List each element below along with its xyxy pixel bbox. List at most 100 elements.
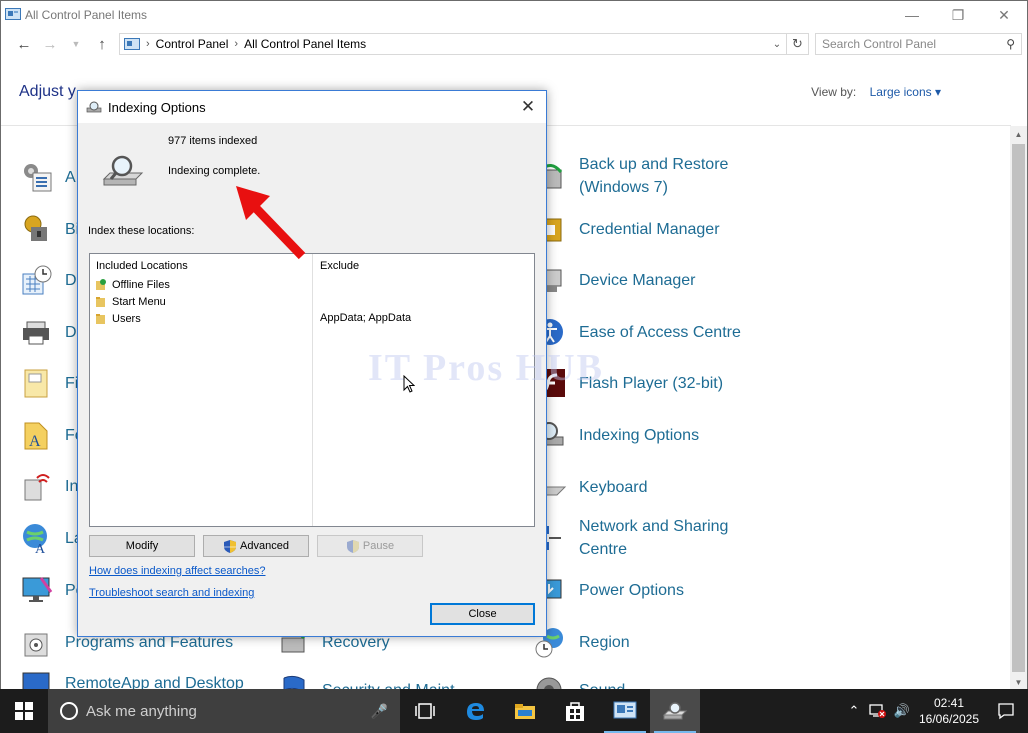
exclude-value: AppData; AppData	[320, 312, 412, 324]
system-tray: ⌃ 🔊 02:41 16/06/2025	[842, 689, 1028, 733]
list-item-credential-manager[interactable]: Credential Manager	[535, 213, 720, 245]
list-item-power-options[interactable]: Power Options	[535, 574, 684, 606]
vertical-scrollbar[interactable]: ▲ ▼	[1010, 126, 1027, 689]
breadcrumb-separator-icon: ›	[146, 38, 150, 50]
items-indexed-count: 977 items indexed	[168, 135, 258, 147]
clock[interactable]: 02:41 16/06/2025	[914, 695, 984, 727]
column-header-exclude: Exclude	[320, 260, 360, 272]
search-input[interactable]: Search Control Panel ⚲	[815, 33, 1022, 55]
scrollbar-thumb[interactable]	[1012, 144, 1025, 672]
indexing-options-taskbar-button[interactable]	[650, 689, 700, 733]
fonts-icon: A	[24, 422, 48, 450]
troubleshoot-link[interactable]: Troubleshoot search and indexing	[89, 587, 254, 599]
scroll-up-icon[interactable]: ▲	[1010, 126, 1027, 143]
list-item[interactable]: A Fo	[21, 419, 84, 451]
arrow-left-icon: ←	[16, 35, 32, 53]
back-button[interactable]: ←	[11, 32, 37, 56]
address-row: ← → ▼ ↑ › Control Panel › All Control Pa…	[1, 29, 1027, 59]
dialog-title: Indexing Options	[108, 99, 206, 115]
edge-icon	[467, 703, 484, 720]
file-explorer-button[interactable]	[500, 689, 550, 733]
start-button[interactable]	[0, 689, 48, 733]
list-item[interactable]: A La	[21, 522, 83, 554]
taskbar: Ask me anything 🎤 ⌃ 🔊 02:41 16/06/2025	[0, 689, 1028, 733]
search-icon: ⚲	[1006, 37, 1015, 51]
network-status-button[interactable]	[866, 703, 890, 719]
close-button[interactable]: Close	[430, 603, 535, 625]
list-item[interactable]: Fi	[21, 367, 78, 399]
modify-button[interactable]: Modify	[89, 535, 195, 557]
forward-button[interactable]: →	[37, 32, 63, 56]
list-item[interactable]: Bi	[21, 213, 79, 245]
dialog-close-button[interactable]: ✕	[510, 91, 546, 123]
list-item[interactable]: Start Menu	[96, 293, 166, 310]
address-bar[interactable]: › Control Panel › All Control Panel Item…	[119, 33, 787, 55]
list-item-security-maintenance[interactable]: Security and Maint	[278, 674, 455, 689]
annotation-arrow-icon	[236, 186, 306, 260]
list-item[interactable]: Pe	[21, 574, 85, 606]
task-view-icon	[415, 703, 435, 719]
control-panel-icon	[124, 37, 140, 50]
up-button[interactable]: ↑	[89, 32, 115, 56]
scroll-down-icon[interactable]: ▼	[1010, 674, 1027, 689]
address-dropdown-icon[interactable]: ⌄	[768, 39, 786, 50]
list-item[interactable]: Users	[96, 310, 141, 327]
devices-printers-icon	[23, 321, 49, 345]
uac-shield-icon	[346, 539, 359, 553]
list-item[interactable]: Da	[21, 264, 85, 296]
folder-icon	[96, 297, 105, 307]
list-item-backup-restore[interactable]: Back up and Restore (Windows 7)	[535, 153, 728, 199]
mouse-cursor-icon	[403, 375, 415, 393]
view-by-label: View by:	[811, 85, 857, 99]
store-button[interactable]	[550, 689, 600, 733]
maximize-button[interactable]: ❐	[935, 1, 981, 29]
list-item-device-manager[interactable]: Device Manager	[535, 264, 696, 296]
breadcrumb-all-items[interactable]: All Control Panel Items	[244, 37, 366, 51]
chevron-up-icon: ⌃	[848, 703, 860, 718]
volume-button[interactable]: 🔊	[890, 703, 914, 719]
list-item-network-sharing[interactable]: Network and Sharing Centre	[535, 515, 728, 561]
list-item-indexing-options[interactable]: Indexing Options	[535, 419, 699, 451]
arrow-right-icon: →	[42, 35, 58, 53]
action-center-button[interactable]	[984, 689, 1028, 733]
file-explorer-options-icon	[24, 369, 48, 398]
list-item[interactable]: A	[21, 161, 76, 193]
infrared-icon	[24, 474, 50, 501]
advanced-button[interactable]: Advanced	[203, 535, 309, 557]
recent-locations-button[interactable]: ▼	[63, 32, 89, 56]
list-item-region[interactable]: Region	[535, 626, 630, 658]
microphone-icon[interactable]: 🎤	[371, 703, 388, 720]
task-view-button[interactable]	[400, 689, 450, 733]
pause-button[interactable]: Pause	[317, 535, 423, 557]
minimize-button[interactable]: —	[889, 1, 935, 29]
list-item[interactable]: Offline Files	[96, 276, 170, 293]
dialog-titlebar[interactable]: Indexing Options ✕	[78, 91, 546, 123]
taskbar-search[interactable]: Ask me anything 🎤	[48, 689, 400, 733]
list-item-remoteapp[interactable]: RemoteApp and Desktop	[21, 667, 244, 689]
indexing-affect-link[interactable]: How does indexing affect searches?	[89, 565, 266, 577]
control-panel-taskbar-button[interactable]	[600, 689, 650, 733]
locations-list[interactable]: Included Locations Offline Files Start M…	[89, 253, 535, 527]
list-item[interactable]: De	[21, 316, 85, 348]
language-icon: A	[23, 524, 47, 554]
bitlocker-icon	[24, 215, 47, 241]
flag-icon	[283, 675, 305, 689]
list-item-sound[interactable]: Sound	[535, 674, 625, 689]
programs-features-icon	[24, 633, 48, 657]
index-locations-label: Index these locations:	[88, 225, 195, 237]
list-item-ease-of-access[interactable]: Ease of Access Centre	[535, 316, 741, 348]
edge-button[interactable]	[450, 689, 500, 733]
refresh-button[interactable]: ↻	[787, 33, 809, 55]
view-by-dropdown[interactable]: Large icons ▾	[870, 85, 941, 99]
offline-files-icon	[96, 279, 106, 290]
list-item[interactable]: In	[21, 470, 78, 502]
taskbar-search-text: Ask me anything	[86, 702, 197, 720]
list-item-keyboard[interactable]: Keyboard	[535, 471, 648, 503]
close-window-button[interactable]: ✕	[981, 1, 1027, 29]
window-titlebar[interactable]: All Control Panel Items — ❐ ✕	[1, 1, 1027, 29]
show-hidden-icons-button[interactable]: ⌃	[842, 703, 866, 719]
window-title: All Control Panel Items	[25, 8, 148, 22]
svg-text:A: A	[35, 542, 46, 554]
cortana-icon	[60, 702, 78, 720]
breadcrumb-control-panel[interactable]: Control Panel	[156, 37, 229, 51]
